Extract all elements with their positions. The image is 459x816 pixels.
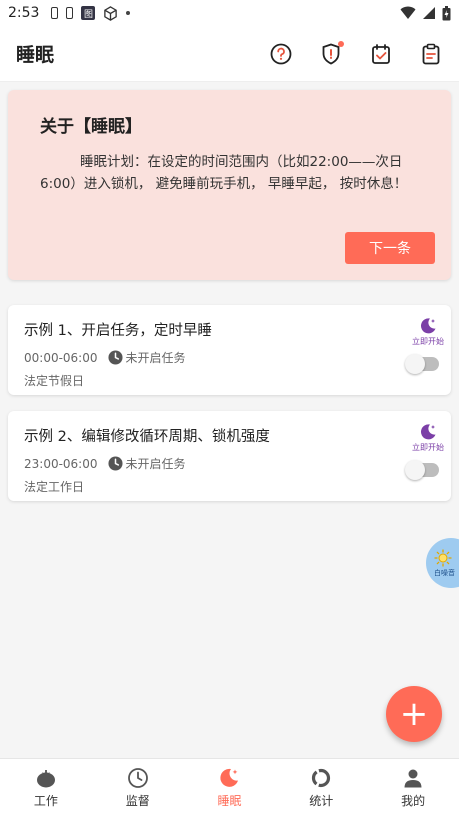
clipboard-icon: [422, 43, 440, 64]
app-notification-icon: 图: [81, 6, 96, 20]
next-tip-button[interactable]: 下一条: [345, 232, 435, 264]
help-button[interactable]: [269, 42, 293, 66]
nav-item-stats[interactable]: 统计: [275, 759, 367, 816]
plan-time-range: 00:00-06:00: [24, 350, 98, 365]
nav-label: 工作: [33, 793, 58, 808]
nav-label: 监督: [125, 793, 150, 808]
clock-icon: [127, 767, 149, 789]
nav-item-sleep[interactable]: 睡眠: [184, 759, 276, 816]
intro-card: 关于【睡眠】 睡眠计划：在设定的时间范围内（比如22:00——次日6:00）进入…: [8, 90, 451, 280]
nav-item-mine[interactable]: 我的: [367, 759, 459, 816]
moon-icon: [218, 767, 240, 789]
toggle-knob: [405, 354, 425, 374]
moon-icon: [420, 318, 436, 334]
intro-text: 睡眠计划：在设定的时间范围内（比如22:00——次日6:00）进入锁机， 避免睡…: [40, 154, 408, 192]
help-icon: [270, 43, 292, 64]
plan-toggle[interactable]: [405, 460, 439, 480]
sun-icon: [434, 548, 452, 567]
nav-label: 我的: [401, 793, 426, 808]
phone-icon: [66, 7, 74, 19]
clock-icon: [107, 350, 123, 365]
start-now-button[interactable]: 立即开始: [412, 423, 444, 453]
signal-icon: [423, 7, 435, 19]
calendar-check-icon: [372, 43, 390, 64]
tomato-icon: [35, 767, 57, 789]
intro-heading: 关于【睡眠】: [40, 117, 142, 137]
bottom-nav: 工作 监督 睡眠 统计 我的: [0, 758, 459, 816]
plan-status: 未开启任务: [125, 457, 186, 471]
clipboard-button[interactable]: [419, 42, 443, 66]
app-bar-actions: [269, 40, 443, 66]
start-now-label: 立即开始: [412, 337, 444, 346]
white-noise-label: 白噪音: [434, 568, 455, 577]
person-icon: [402, 767, 424, 789]
calendar-check-button[interactable]: [369, 42, 393, 66]
plan-days: 法定节假日: [24, 374, 85, 388]
toggle-knob: [405, 460, 425, 480]
sim-icon: [51, 7, 59, 19]
moon-icon: [420, 424, 436, 440]
start-now-label: 立即开始: [412, 443, 444, 452]
nav-item-work[interactable]: 工作: [0, 759, 92, 816]
page-title: 睡眠: [16, 44, 55, 66]
plan-days: 法定工作日: [24, 480, 85, 494]
plan-toggle[interactable]: [405, 354, 439, 374]
plan-time-range: 23:00-06:00: [24, 456, 98, 471]
add-plan-button[interactable]: +: [386, 686, 442, 742]
app-bar: 睡眠: [0, 26, 459, 82]
white-noise-float-button[interactable]: 白噪音: [426, 538, 459, 588]
notification-dot: [338, 40, 344, 47]
wifi-icon: [400, 6, 416, 19]
plan-info-row: 23:00-06:00 未开启任务: [24, 455, 435, 472]
clock-icon: [107, 456, 123, 471]
more-notifications-dot: [126, 11, 131, 15]
status-notification-icons: 图: [51, 5, 131, 21]
nav-label: 统计: [309, 793, 334, 808]
ring-chart-icon: [310, 767, 332, 789]
plan-status: 未开启任务: [125, 351, 186, 365]
battery-icon: [442, 5, 451, 20]
start-now-button[interactable]: 立即开始: [412, 317, 444, 347]
sleep-plan-card[interactable]: 示例 2、编辑修改循环周期、锁机强度 23:00-06:00 未开启任务 法定工…: [8, 411, 451, 501]
plan-title: 示例 1、开启任务，定时早睡: [24, 323, 212, 339]
cube-icon: [104, 5, 118, 21]
status-time: 2:53: [8, 5, 40, 21]
status-bar: 2:53 图: [0, 0, 459, 26]
plan-info-row: 00:00-06:00 未开启任务: [24, 349, 435, 366]
nav-label: 睡眠: [217, 793, 242, 808]
nav-item-supervise[interactable]: 监督: [92, 759, 184, 816]
shield-button[interactable]: [319, 40, 344, 66]
plan-title: 示例 2、编辑修改循环周期、锁机强度: [24, 429, 270, 445]
sleep-plan-card[interactable]: 示例 1、开启任务，定时早睡 00:00-06:00 未开启任务 法定节假日 立…: [8, 305, 451, 395]
